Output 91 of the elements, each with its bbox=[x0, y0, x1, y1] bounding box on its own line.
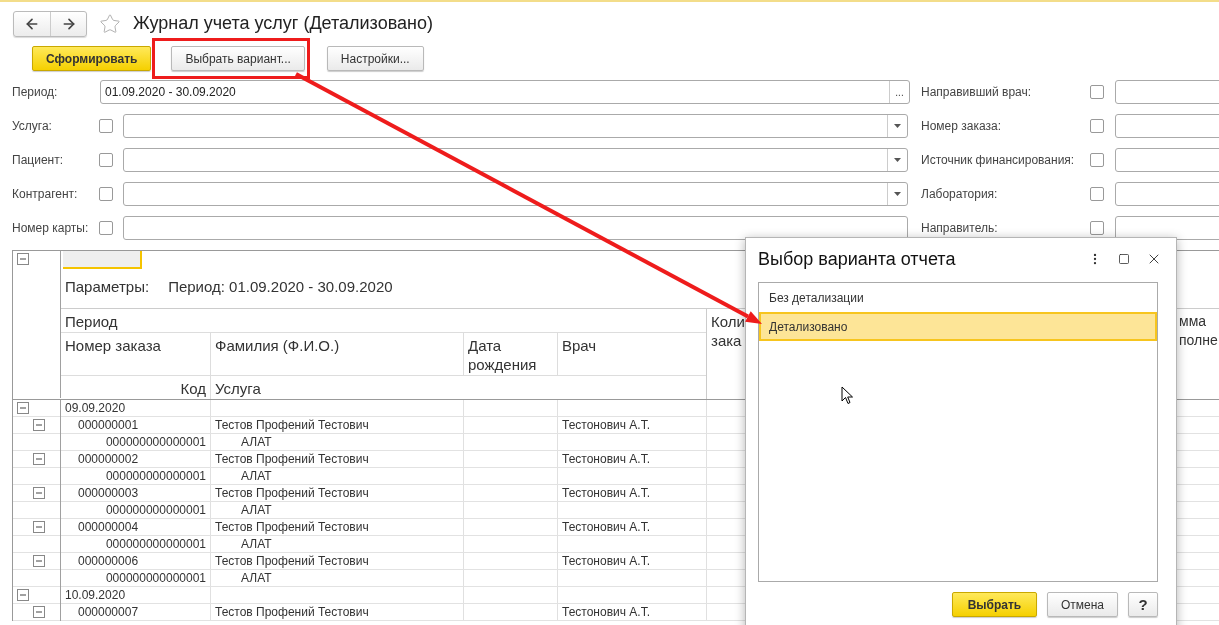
patient-cell: Тестов Профений Тестович bbox=[211, 451, 464, 467]
service-cell: АЛАТ bbox=[211, 502, 464, 518]
collapse-icon[interactable] bbox=[33, 606, 45, 618]
patient-cell: Тестов Профений Тестович bbox=[211, 519, 464, 535]
patient-cell: Тестов Профений Тестович bbox=[211, 485, 464, 501]
selected-cell[interactable] bbox=[63, 251, 142, 269]
period-cell: 09.09.2020 bbox=[61, 400, 211, 416]
collapse-icon[interactable] bbox=[17, 589, 29, 601]
collapse-icon[interactable] bbox=[33, 453, 45, 465]
filter-label: Направивший врач: bbox=[921, 85, 1033, 99]
doctor-cell: Тестонович А.Т. bbox=[558, 604, 707, 620]
filter-checkbox[interactable] bbox=[99, 119, 113, 133]
filter-label: Номер карты: bbox=[12, 221, 90, 235]
dialog-button[interactable]: Выбрать bbox=[951, 592, 1037, 617]
column-header: Период bbox=[65, 313, 118, 330]
filter-label: Контрагент: bbox=[12, 187, 79, 201]
code-cell: 000000000000001 bbox=[61, 502, 211, 518]
period-cell: 10.09.2020 bbox=[61, 587, 211, 603]
parameters-value: Период: 01.09.2020 - 30.09.2020 bbox=[168, 278, 393, 295]
column-header: Коли зака bbox=[711, 312, 746, 350]
filter-checkbox[interactable] bbox=[1090, 153, 1104, 167]
code-cell: 000000000000001 bbox=[61, 434, 211, 450]
code-cell: 000000000000001 bbox=[61, 536, 211, 552]
order-number-cell: 000000001 bbox=[61, 417, 211, 433]
star-icon[interactable] bbox=[99, 12, 121, 35]
generate-button[interactable]: Сформировать bbox=[32, 46, 152, 71]
input-field[interactable] bbox=[123, 216, 908, 240]
filter-label: Источник финансирования: bbox=[921, 153, 1076, 167]
order-number-cell: 000000004 bbox=[61, 519, 211, 535]
doctor-cell: Тестонович А.Т. bbox=[558, 485, 707, 501]
doctor-cell: Тестонович А.Т. bbox=[558, 519, 707, 535]
order-number-cell: 000000003 bbox=[61, 485, 211, 501]
dialog-button[interactable]: Отмена bbox=[1046, 592, 1118, 617]
collapse-icon[interactable] bbox=[33, 521, 45, 533]
filter-checkbox[interactable] bbox=[1090, 119, 1104, 133]
service-cell: АЛАТ bbox=[211, 536, 464, 552]
filter-label: Направитель: bbox=[921, 221, 999, 235]
column-header: мма полне bbox=[1179, 312, 1217, 350]
column-header: Врач bbox=[562, 337, 597, 354]
toolbar-button[interactable]: Выбрать вариант... bbox=[171, 46, 305, 71]
column-header: Номер заказа bbox=[65, 337, 161, 354]
doctor-cell: Тестонович А.Т. bbox=[558, 451, 707, 467]
help-button[interactable]: ? bbox=[1128, 592, 1158, 617]
order-number-cell: 000000002 bbox=[61, 451, 211, 467]
collapse-icon[interactable] bbox=[17, 402, 29, 414]
filter-checkbox[interactable] bbox=[99, 221, 113, 235]
dropdown-icon[interactable] bbox=[894, 192, 901, 196]
code-cell: 000000000000001 bbox=[61, 570, 211, 586]
toolbar-button[interactable]: Настройки... bbox=[326, 46, 424, 71]
patient-cell: Тестов Профений Тестович bbox=[211, 553, 464, 569]
order-number-cell: 000000007 bbox=[61, 604, 211, 620]
collapse-icon[interactable] bbox=[17, 253, 29, 265]
column-header: Дата рождения bbox=[468, 337, 537, 373]
collapse-icon[interactable] bbox=[33, 555, 45, 567]
order-number-cell: 000000006 bbox=[61, 553, 211, 569]
code-cell: 000000000000001 bbox=[61, 468, 211, 484]
service-cell: АЛАТ bbox=[211, 570, 464, 586]
filter-label: Номер заказа: bbox=[921, 119, 1002, 133]
filter-checkbox[interactable] bbox=[1090, 85, 1104, 99]
filter-checkbox[interactable] bbox=[99, 187, 113, 201]
select-field[interactable] bbox=[123, 114, 908, 138]
maximize-icon[interactable] bbox=[1118, 253, 1130, 265]
column-header: Код bbox=[180, 380, 206, 397]
column-header: Фамилия (Ф.И.О.) bbox=[215, 337, 340, 354]
choose-button[interactable]: ... bbox=[889, 81, 909, 103]
dropdown-icon[interactable] bbox=[894, 124, 901, 128]
doctor-cell: Тестонович А.Т. bbox=[558, 553, 707, 569]
doctor-cell: Тестонович А.Т. bbox=[558, 417, 707, 433]
collapse-icon[interactable] bbox=[33, 419, 45, 431]
parameters-label: Параметры: bbox=[65, 278, 150, 295]
filter-label: Услуга: bbox=[12, 119, 53, 133]
variant-item[interactable]: Детализовано bbox=[759, 312, 1157, 341]
dialog-title: Выбор варианта отчета bbox=[758, 248, 957, 270]
filter-checkbox[interactable] bbox=[99, 153, 113, 167]
service-cell: АЛАТ bbox=[211, 434, 464, 450]
filter-label: Период: bbox=[12, 85, 59, 99]
window-title: Журнал учета услуг (Детализовано) bbox=[133, 13, 433, 34]
cursor-icon bbox=[841, 386, 854, 406]
patient-cell: Тестов Профений Тестович bbox=[211, 417, 464, 433]
select-field[interactable] bbox=[123, 182, 908, 206]
collapse-icon[interactable] bbox=[33, 487, 45, 499]
column-header: Услуга bbox=[215, 380, 261, 397]
service-cell: АЛАТ bbox=[211, 468, 464, 484]
filter-checkbox[interactable] bbox=[1090, 187, 1104, 201]
filter-label: Лаборатория: bbox=[921, 187, 999, 201]
dropdown-icon[interactable] bbox=[894, 158, 901, 162]
patient-cell: Тестов Профений Тестович bbox=[211, 604, 464, 620]
filter-checkbox[interactable] bbox=[1090, 221, 1104, 235]
filter-label: Пациент: bbox=[12, 153, 64, 167]
period-field[interactable]: 01.09.2020 - 30.09.2020 ... bbox=[100, 80, 910, 104]
select-field[interactable] bbox=[123, 148, 908, 172]
